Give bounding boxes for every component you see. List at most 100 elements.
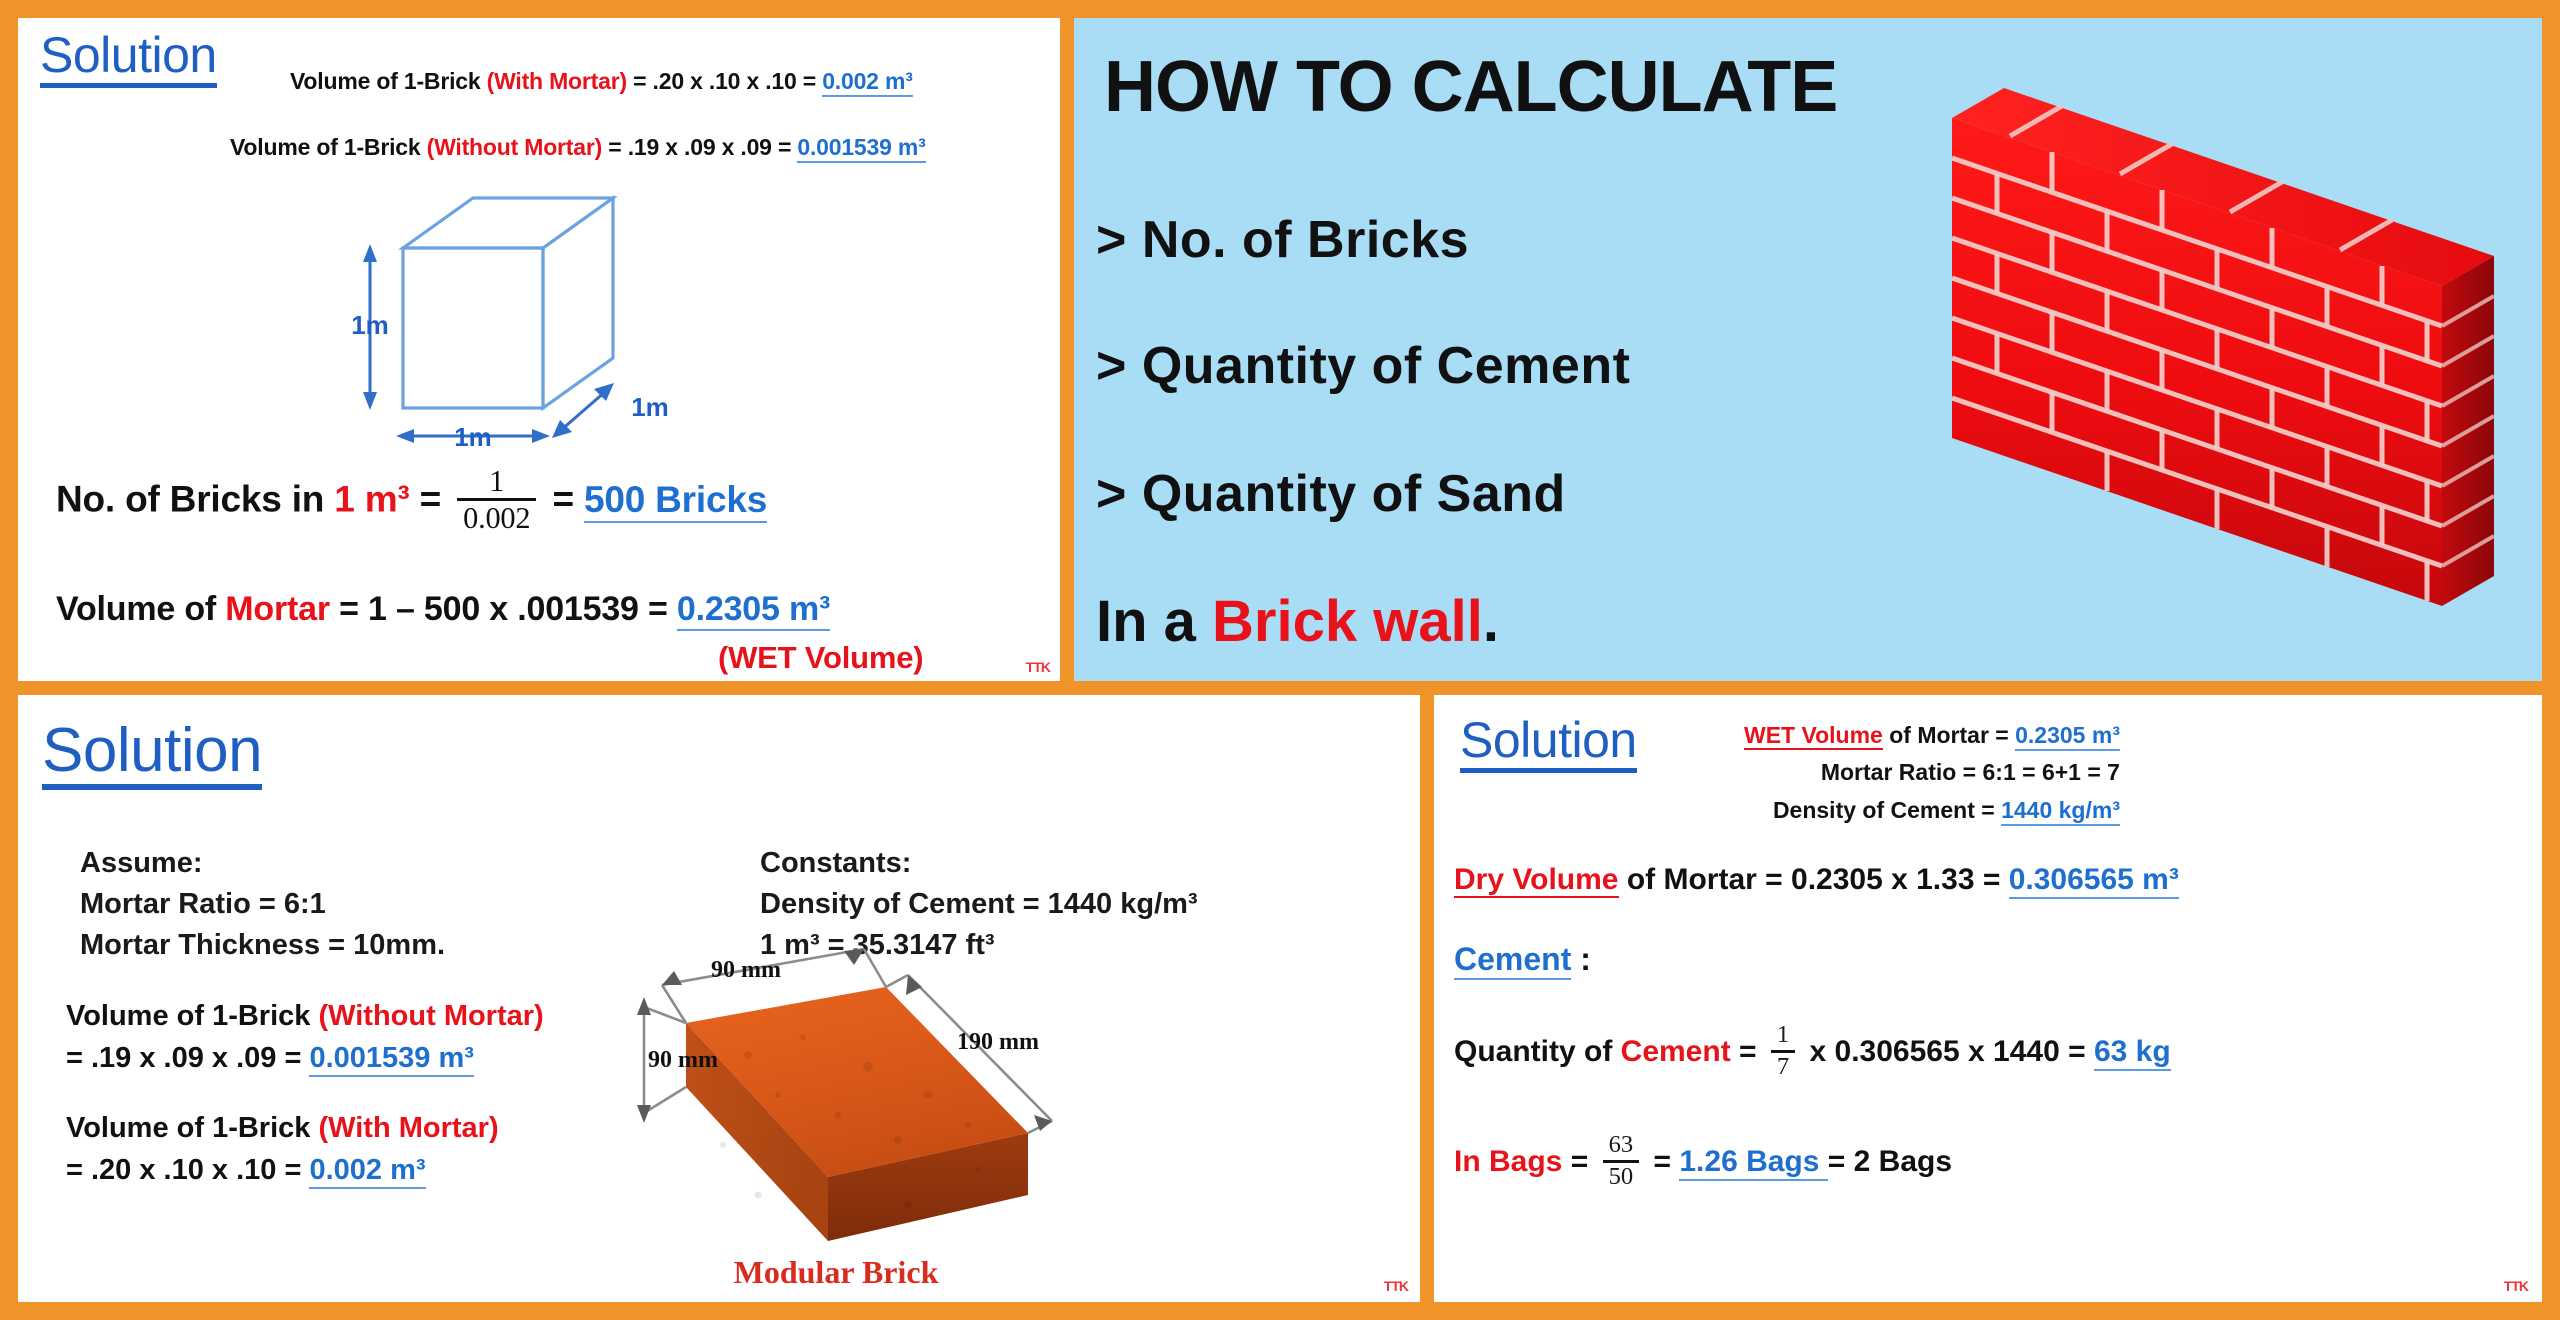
bags-eq2: = [1645, 1145, 1680, 1179]
watermark-logo: TTK [1383, 1278, 1409, 1294]
poster-title: HOW TO CALCULATE [1104, 47, 1838, 127]
svg-text:90 mm: 90 mm [648, 1047, 718, 1073]
qty-eq: = [1730, 1035, 1765, 1069]
bricks-result: 500 Bricks [583, 478, 767, 523]
fact-mortar-ratio: Mortar Ratio = 6:1 = 6+1 = 7 [1744, 754, 2120, 791]
constants-line-1: Density of Cement = 1440 kg/m³ [760, 888, 1198, 921]
svg-text:Modular Brick: Modular Brick [734, 1254, 939, 1290]
cement-section-heading: Cement : [1454, 941, 1591, 980]
qty-fraction: 17 [1770, 1021, 1796, 1080]
bricks-fraction-numerator: 1 [489, 464, 505, 498]
bullet-quantity-of-cement: > Quantity of Cement [1096, 337, 1631, 395]
bricks-unit: 1 m³ [334, 478, 410, 520]
bl-vol1-result: 0.001539 m³ [309, 1042, 474, 1078]
bl-vol2-result: 0.002 m³ [309, 1154, 426, 1190]
brick-wall-icon: brick-wall-illustration [1922, 78, 2522, 638]
svg-text:1m: 1m [454, 422, 492, 452]
bags-eq: = [1562, 1145, 1597, 1179]
constants-title: Constants: [760, 847, 912, 879]
dry-volume-equation: Dry Volume of Mortar = 0.2305 x 1.33 = 0… [1454, 863, 2179, 899]
panel-top-right: HOW TO CALCULATE > No. of Bricks > Quant… [1074, 18, 2542, 681]
closing-prefix: In a [1096, 589, 1213, 654]
cement-quantity-equation: Quantity of Cement = 17 x 0.306565 x 144… [1454, 1021, 2171, 1081]
svg-text:190 mm: 190 mm [957, 1029, 1039, 1055]
qty-fraction-numerator: 1 [1776, 1021, 1790, 1048]
cement-bags-equation: In Bags = 63 50 = 1.26 Bags = 2 Bags [1454, 1131, 1953, 1191]
wet-volume-note: (WET Volume) [718, 640, 924, 675]
assumptions-block: Assume: Mortar Ratio = 6:1 Mortar Thickn… [80, 843, 445, 967]
bags-fraction: 63 50 [1602, 1131, 1640, 1190]
top-left-solution-heading: Solution [40, 30, 217, 88]
mortar-eq: = 1 – 500 x .001539 = [329, 590, 677, 628]
dry-volume-rest: of Mortar = 0.2305 x 1.33 = [1618, 863, 2009, 896]
dry-volume-label: Dry Volume [1454, 863, 1619, 898]
eq2-expression: = .19 x .09 x .09 = [602, 134, 798, 160]
panel-bottom-right: Solution WET Volume of Mortar = 0.2305 m… [1434, 695, 2542, 1302]
cement-heading-label: Cement [1454, 941, 1572, 980]
fact-wet-volume-label: WET Volume [1744, 722, 1883, 750]
qty-prefix: Quantity of [1454, 1035, 1621, 1069]
fact-density-rest: Density of Cement = [1772, 796, 2002, 823]
fact-density-value: 1440 kg/m³ [2001, 796, 2120, 826]
unit-cube-diagram: 1m 1m 1m 1m 1m 1m [348, 186, 738, 456]
volume-with-mortar-equation: Volume of 1-Brick (With Mortar) = .20 x … [290, 68, 913, 97]
fact-wet-volume: WET Volume of Mortar = 0.2305 m³ [1744, 717, 2120, 754]
assume-title: Assume: [80, 847, 203, 879]
bl-vol2-expression: = .20 x .10 x .10 = [66, 1154, 310, 1187]
mortar-result: 0.2305 m³ [676, 590, 830, 631]
eq1-expression: = .20 x .10 x .10 = [626, 68, 823, 94]
cement-heading-colon: : [1571, 941, 1591, 977]
bl-vol2-qualifier: (With Mortar) [318, 1112, 499, 1144]
qty-result: 63 kg [2093, 1035, 2171, 1072]
assume-line-2: Mortar Thickness = 10mm. [80, 929, 446, 962]
qty-word: Cement [1620, 1035, 1731, 1069]
bags-fraction-denominator: 50 [1602, 1159, 1640, 1190]
bullet-quantity-of-sand: > Quantity of Sand [1096, 465, 1566, 523]
bottom-left-solution-heading: Solution [42, 719, 263, 791]
eq1-label: Volume of 1-Brick [290, 68, 487, 94]
closing-suffix: . [1482, 589, 1499, 654]
eq1-qualifier: (With Mortar) [486, 68, 627, 94]
eq2-qualifier: (Without Mortar) [426, 134, 603, 160]
watermark-logo: TTK [1025, 659, 1051, 675]
bullet-no-of-bricks: > No. of Bricks [1096, 211, 1470, 269]
bottom-right-solution-heading: Solution [1460, 715, 1637, 773]
bl-vol1-expression: = .19 x .09 x .09 = [66, 1042, 310, 1075]
svg-text:90 mm: 90 mm [711, 957, 781, 983]
bags-fraction-numerator: 63 [1608, 1131, 1634, 1158]
infographic-poster: Solution Volume of 1-Brick (With Mortar)… [0, 0, 2560, 1320]
bricks-eq: = [409, 478, 452, 520]
fact-density: Density of Cement = 1440 kg/m³ [1744, 792, 2120, 829]
fact-wet-volume-rest: of Mortar = [1882, 722, 2016, 748]
bl-vol2-label: Volume of 1-Brick [66, 1112, 319, 1144]
watermark-logo: TTK [2503, 1278, 2529, 1294]
bags-result: 1.26 Bags [1679, 1145, 1828, 1182]
bricks-fraction: 1 0.002 [457, 464, 537, 534]
mortar-word: Mortar [225, 590, 330, 628]
assume-line-1: Mortar Ratio = 6:1 [80, 888, 326, 921]
bags-label: In Bags [1454, 1145, 1563, 1179]
modular-brick-diagram: 90 mm 90 mm 190 mm Modular Brick Modular… [628, 945, 1068, 1295]
bl-vol1-qualifier: (Without Mortar) [318, 1000, 544, 1032]
mortar-facts-block: WET Volume of Mortar = 0.2305 m³ Mortar … [1744, 717, 2120, 829]
bags-tail: = 2 Bags [1827, 1145, 1953, 1179]
bricks-fraction-denominator: 0.002 [457, 498, 537, 534]
closing-line: In a Brick wall. [1096, 588, 1499, 655]
bricks-per-cubic-metre-equation: No. of Bricks in 1 m³ = 1 0.002 = 500 Bri… [56, 464, 767, 536]
fact-wet-volume-value: 0.2305 m³ [2015, 722, 2120, 751]
bl-volume-without-mortar: Volume of 1-Brick (Without Mortar) = .19… [66, 995, 544, 1079]
eq2-label: Volume of 1-Brick [230, 134, 427, 160]
panel-top-left: Solution Volume of 1-Brick (With Mortar)… [18, 18, 1060, 681]
bl-volume-with-mortar: Volume of 1-Brick (With Mortar) = .20 x … [66, 1107, 499, 1191]
eq2-result: 0.001539 m³ [797, 134, 926, 163]
fact-mortar-ratio-text: Mortar Ratio = 6:1 = 6+1 = 7 [1820, 759, 2120, 786]
dry-volume-value: 0.306565 m³ [2008, 863, 2179, 899]
panel-bottom-left: Solution Assume: Mortar Ratio = 6:1 Mort… [18, 695, 1420, 1302]
bricks-prefix: No. of Bricks in [56, 478, 335, 520]
eq1-result: 0.002 m³ [822, 68, 913, 97]
mortar-prefix: Volume of [56, 590, 226, 628]
qty-mid: x 0.306565 x 1440 = [1801, 1035, 2094, 1069]
svg-text:1m: 1m [631, 392, 669, 422]
qty-fraction-denominator: 7 [1770, 1049, 1796, 1080]
volume-without-mortar-equation: Volume of 1-Brick (Without Mortar) = .19… [230, 134, 926, 163]
